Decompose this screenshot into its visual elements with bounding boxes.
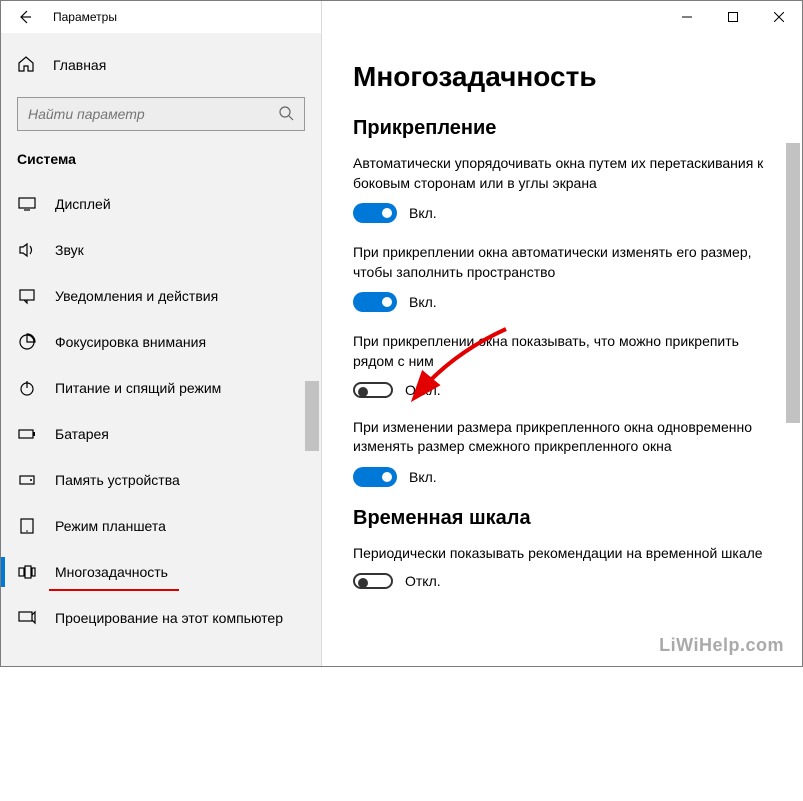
sidebar-scrollbar[interactable] [305,381,319,801]
toggle-state-label: Вкл. [409,205,437,221]
titlebar: Параметры [1,1,802,33]
sidebar-item-label: Режим планшета [55,518,166,534]
toggle-state-label: Откл. [405,573,441,589]
home-icon [17,55,35,76]
sidebar-item-tablet[interactable]: Режим планшета [1,503,321,549]
sidebar-item-notifications[interactable]: Уведомления и действия [1,273,321,319]
sidebar-item-label: Звук [55,242,84,258]
main-content: Многозадачность Прикрепление Автоматичес… [321,33,802,666]
setting-snap-adjacent: При изменении размера прикрепленного окн… [353,418,770,487]
toggle-state-label: Вкл. [409,469,437,485]
storage-icon [17,470,37,490]
maximize-icon [728,12,738,22]
setting-desc: При изменении размера прикрепленного окн… [353,418,770,457]
toggle-snap-assist[interactable] [353,382,393,398]
setting-desc: При прикреплении окна автоматически изме… [353,243,770,282]
sidebar-item-label: Проецирование на этот компьютер [55,610,283,626]
toggle-timeline-suggestions[interactable] [353,573,393,589]
page-title: Многозадачность [353,61,770,93]
sidebar-item-power[interactable]: Питание и спящий режим [1,365,321,411]
setting-snap-arrange: Автоматически упорядочивать окна путем и… [353,154,770,223]
multitask-icon [17,562,37,582]
section-title-snap: Прикрепление [353,117,770,140]
main-scrollbar-thumb[interactable] [786,143,800,423]
sidebar-item-project[interactable]: Проецирование на этот компьютер [1,595,321,641]
watermark: LiWiHelp.com [659,635,784,656]
search-input-wrap[interactable] [17,97,305,131]
toggle-state-label: Вкл. [409,294,437,310]
minimize-button[interactable] [664,1,710,33]
setting-snap-resize: При прикреплении окна автоматически изме… [353,243,770,312]
sidebar-home[interactable]: Главная [1,45,321,85]
sidebar-item-label: Дисплей [55,196,111,212]
maximize-button[interactable] [710,1,756,33]
sound-icon [17,240,37,260]
sidebar-item-label: Уведомления и действия [55,288,218,304]
toggle-snap-adjacent[interactable] [353,467,397,487]
sidebar-item-label: Память устройства [55,472,180,488]
focus-icon [17,332,37,352]
tablet-icon [17,516,37,536]
window-title: Параметры [49,10,664,24]
setting-timeline-suggestions: Периодически показывать рекомендации на … [353,544,770,590]
setting-desc: При прикреплении окна показывать, что мо… [353,332,770,371]
sidebar-home-label: Главная [53,57,106,73]
sidebar-item-label: Фокусировка внимания [55,334,206,350]
sidebar-item-label: Многозадачность [55,564,168,580]
search-icon [278,105,294,124]
sidebar-item-storage[interactable]: Память устройства [1,457,321,503]
toggle-snap-arrange[interactable] [353,203,397,223]
sidebar-item-multitask[interactable]: Многозадачность [1,549,321,595]
display-icon [17,194,37,214]
power-icon [17,378,37,398]
sidebar-item-focus[interactable]: Фокусировка внимания [1,319,321,365]
sidebar-nav: Дисплей Звук Уведомления и действия Фоку… [1,181,321,641]
toggle-snap-resize[interactable] [353,292,397,312]
minimize-icon [682,12,692,22]
sidebar: Главная Система Дисплей Звук Уведом [1,33,321,666]
arrow-left-icon [17,9,33,25]
search-input[interactable] [28,106,278,122]
sidebar-item-display[interactable]: Дисплей [1,181,321,227]
toggle-state-label: Откл. [405,382,441,398]
notifications-icon [17,286,37,306]
setting-desc: Периодически показывать рекомендации на … [353,544,770,564]
sidebar-item-label: Питание и спящий режим [55,380,221,396]
window-controls [664,1,802,33]
close-button[interactable] [756,1,802,33]
main-scrollbar[interactable] [786,143,800,658]
setting-snap-assist: При прикреплении окна показывать, что мо… [353,332,770,397]
sidebar-item-label: Батарея [55,426,109,442]
close-icon [774,12,784,22]
sidebar-item-sound[interactable]: Звук [1,227,321,273]
annotation-underline [49,589,179,591]
sidebar-category: Система [1,151,321,181]
setting-desc: Автоматически упорядочивать окна путем и… [353,154,770,193]
sidebar-item-battery[interactable]: Батарея [1,411,321,457]
back-button[interactable] [1,1,49,33]
battery-icon [17,424,37,444]
sidebar-scrollbar-thumb[interactable] [305,381,319,451]
project-icon [17,608,37,628]
section-title-timeline: Временная шкала [353,507,770,530]
